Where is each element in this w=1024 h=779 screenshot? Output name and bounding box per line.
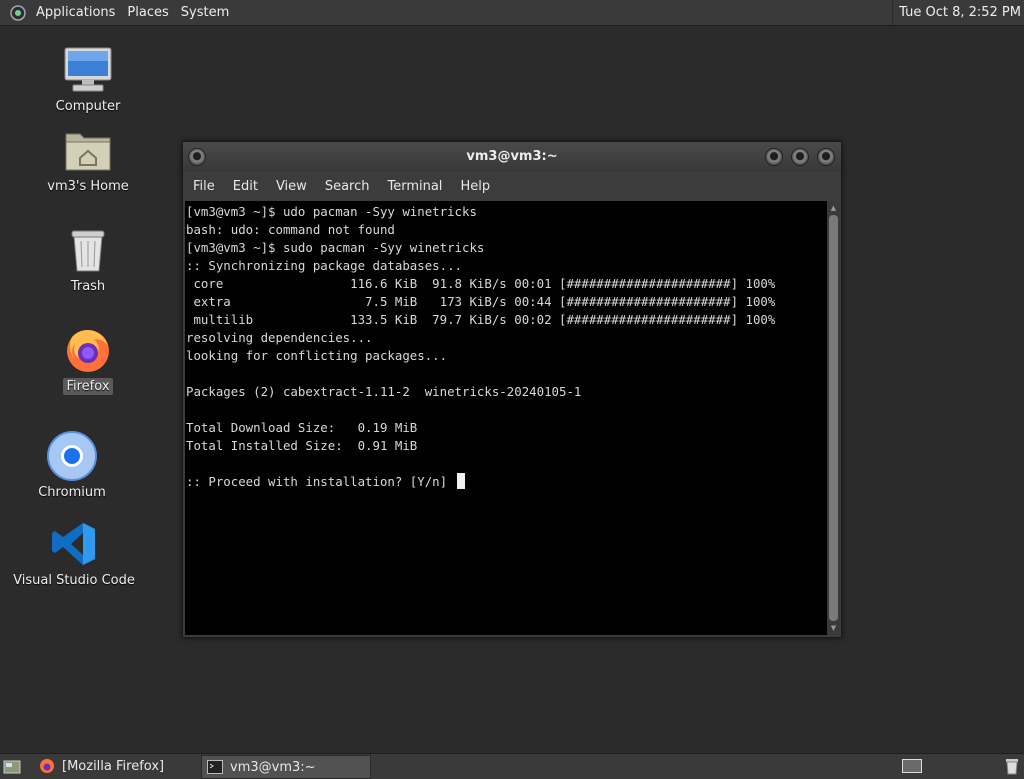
system-menu[interactable]: System <box>177 5 237 20</box>
terminal-line: multilib 133.5 KiB 79.7 KiB/s 00:02 [###… <box>186 312 776 327</box>
minimize-button[interactable] <box>765 148 783 166</box>
terminal-line: Packages (2) cabextract-1.11-2 winetrick… <box>186 384 582 399</box>
terminal-line: [vm3@vm3 ~]$ sudo pacman -Syy winetricks <box>186 240 485 255</box>
scrollbar-thumb[interactable] <box>829 215 838 621</box>
main-menu-icon[interactable] <box>10 4 26 21</box>
desktop-icon-vscode[interactable]: Visual Studio Code <box>13 518 135 589</box>
firefox-icon <box>38 757 56 775</box>
show-desktop-icon[interactable] <box>2 757 22 776</box>
desktop-icon-label: Trash <box>70 279 106 294</box>
taskbar-label: vm3@vm3:~ <box>230 759 316 775</box>
taskbar-button-firefox[interactable]: [Mozilla Firefox] <box>34 755 198 777</box>
taskbar-label: [Mozilla Firefox] <box>62 758 165 774</box>
terminal-line: Total Download Size: 0.19 MiB <box>186 420 418 435</box>
vscode-icon <box>48 518 100 570</box>
terminal-line: looking for conflicting packages... <box>186 348 448 363</box>
scroll-down-icon[interactable]: ▼ <box>827 623 840 633</box>
top-panel: Applications Places System Tue Oct 8, 2:… <box>0 0 1024 26</box>
trash-applet-icon[interactable] <box>1004 757 1020 775</box>
terminal-prompt-line: :: Proceed with installation? [Y/n] <box>186 474 455 489</box>
desktop-icon-label: Firefox <box>63 378 113 395</box>
menu-file[interactable]: File <box>183 179 224 194</box>
window-titlebar[interactable]: vm3@vm3:~ <box>183 142 841 172</box>
terminal-line: bash: udo: command not found <box>186 222 395 237</box>
terminal-line: extra 7.5 MiB 173 KiB/s 00:44 [#########… <box>186 294 776 309</box>
scroll-up-icon[interactable]: ▲ <box>827 203 840 213</box>
window-title: vm3@vm3:~ <box>466 149 558 164</box>
terminal-line: :: Synchronizing package databases... <box>186 258 463 273</box>
computer-icon <box>62 44 114 96</box>
home-folder-icon <box>62 124 114 176</box>
trash-icon <box>62 224 114 276</box>
desktop-icon-chromium[interactable]: Chromium <box>12 430 132 501</box>
chromium-icon <box>46 430 98 482</box>
bottom-panel: [Mozilla Firefox] vm3@vm3:~ <box>0 753 1024 779</box>
workspace-switcher[interactable] <box>902 759 922 773</box>
terminal-scrollbar[interactable]: ▲ ▼ <box>827 201 840 635</box>
menu-search[interactable]: Search <box>316 179 379 194</box>
desktop-icon-computer[interactable]: Computer <box>28 44 148 115</box>
desktop-icon-trash[interactable]: Trash <box>28 224 148 295</box>
terminal-cursor <box>456 473 465 489</box>
terminal-line: Total Installed Size: 0.91 MiB <box>186 438 418 453</box>
clock[interactable]: Tue Oct 8, 2:52 PM <box>892 0 1021 25</box>
menu-terminal[interactable]: Terminal <box>378 179 451 194</box>
menu-view[interactable]: View <box>267 179 316 194</box>
desktop-icon-label: Computer <box>55 99 121 114</box>
taskbar-button-terminal[interactable]: vm3@vm3:~ <box>201 755 371 779</box>
terminal-line: resolving dependencies... <box>186 330 373 345</box>
close-button[interactable] <box>817 148 835 166</box>
firefox-icon <box>62 324 114 376</box>
desktop-icon-label: vm3's Home <box>47 179 129 194</box>
terminal-icon <box>206 758 224 776</box>
applications-menu[interactable]: Applications <box>32 5 123 20</box>
terminal-window: vm3@vm3:~ File Edit View Search Terminal… <box>182 141 842 638</box>
terminal-menubar: File Edit View Search Terminal Help <box>183 172 841 200</box>
places-menu[interactable]: Places <box>123 5 176 20</box>
menu-help[interactable]: Help <box>451 179 499 194</box>
menu-edit[interactable]: Edit <box>224 179 267 194</box>
desktop-icon-firefox[interactable]: Firefox <box>28 324 148 395</box>
desktop-icon-home[interactable]: vm3's Home <box>28 124 148 195</box>
terminal-output[interactable]: [vm3@vm3 ~]$ udo pacman -Syy winetricks … <box>185 201 827 635</box>
desktop-icon-label: Chromium <box>38 485 106 500</box>
maximize-button[interactable] <box>791 148 809 166</box>
desktop-icon-label: Visual Studio Code <box>13 573 135 588</box>
terminal-line: core 116.6 KiB 91.8 KiB/s 00:01 [#######… <box>186 276 776 291</box>
terminal-line: [vm3@vm3 ~]$ udo pacman -Syy winetricks <box>186 204 477 219</box>
